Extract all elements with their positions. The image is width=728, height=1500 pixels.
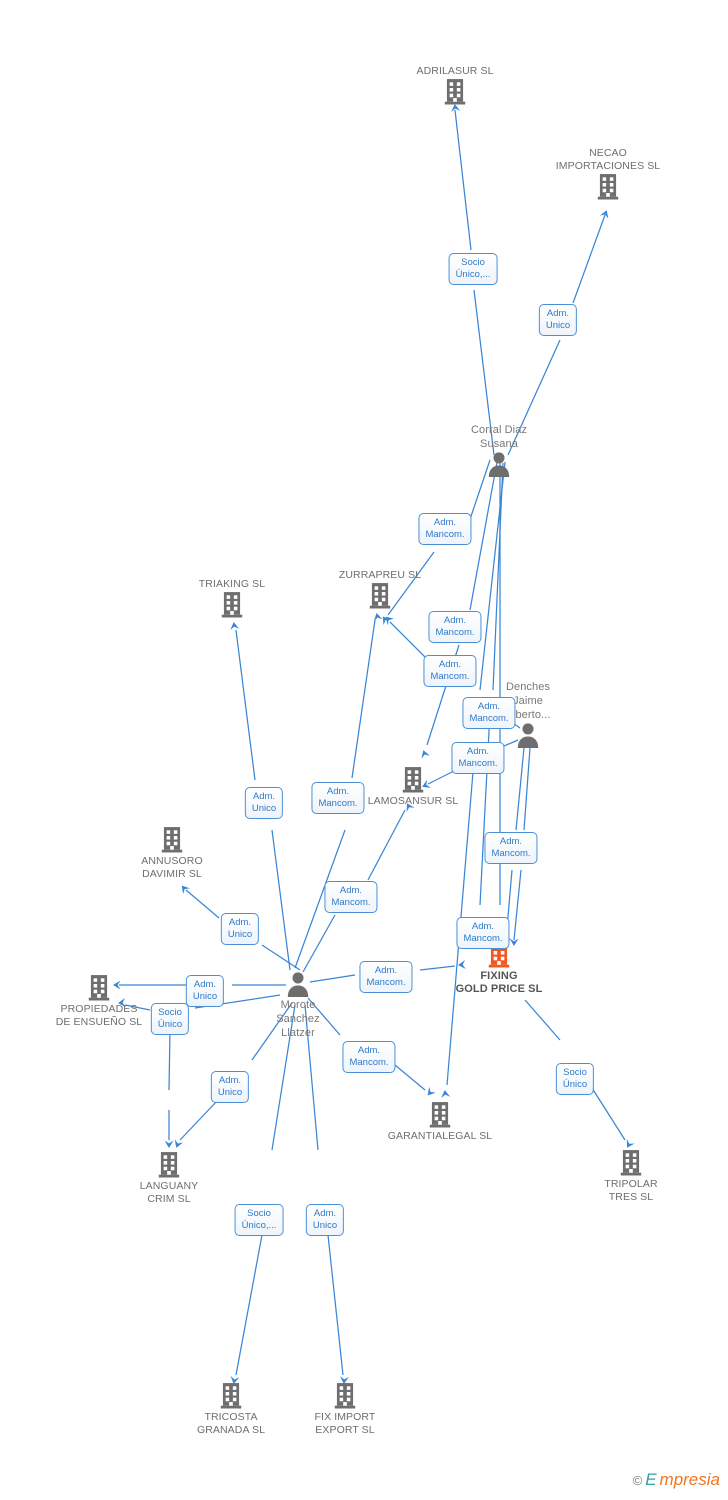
brand-initial: E	[645, 1470, 657, 1489]
company-building-icon	[99, 1151, 239, 1179]
relationship-label[interactable]: Adm. Mancom.	[428, 611, 482, 643]
relationship-label[interactable]: Socio Único,...	[448, 253, 498, 285]
node-label-fiximport: FIX IMPORT EXPORT SL	[314, 1411, 376, 1436]
node-adrilasur[interactable]: ADRILASUR SL	[385, 64, 525, 106]
relationship-label[interactable]: Adm. Unico	[244, 787, 284, 819]
node-garantialegal[interactable]: GARANTIALEGAL SL	[370, 1101, 510, 1143]
relationship-label[interactable]: Adm. Mancom.	[451, 742, 505, 774]
empresia-watermark: © Empresia	[633, 1470, 720, 1490]
relationship-label[interactable]: Adm. Mancom.	[359, 961, 413, 993]
arrowhead-corral-to-garantialegal	[441, 1090, 451, 1099]
node-corral[interactable]: Corral Diaz Susana	[429, 422, 569, 477]
brand-name: mpresia	[659, 1470, 720, 1489]
node-label-corral: Corral Diaz Susana	[470, 424, 528, 450]
edge-morote-to-tricosta	[235, 1004, 296, 1376]
relationship-label[interactable]: Socio Único,...	[234, 1204, 284, 1236]
node-fiximport[interactable]: FIX IMPORT EXPORT SL	[275, 1382, 415, 1437]
relationship-label[interactable]: Adm. Unico	[538, 304, 578, 336]
company-building-icon	[29, 974, 169, 1002]
node-propiedades[interactable]: PROPIEDADES DE ENSUEÑO SL	[29, 974, 169, 1029]
relationship-label[interactable]: Adm. Unico	[185, 975, 225, 1007]
node-label-morote: Morote Sanchez Llatzer	[276, 999, 320, 1039]
node-label-annusoro: ANNUSORO DAVIMIR SL	[141, 855, 203, 880]
node-label-triaking: TRIAKING SL	[198, 578, 266, 590]
relationship-label[interactable]: Adm. Mancom.	[418, 513, 472, 545]
relationship-label[interactable]: Adm. Mancom.	[484, 832, 538, 864]
relationship-label[interactable]: Adm. Unico	[220, 913, 260, 945]
diagram-canvas: ADRILASUR SL NECAO IMPORTACIONES SL Corral…	[0, 0, 728, 1500]
company-building-icon	[370, 1101, 510, 1129]
arrowhead-morote-to-triaking	[230, 622, 240, 631]
relationship-label[interactable]: Socio Único	[555, 1063, 595, 1095]
relationship-label[interactable]: Adm. Mancom.	[462, 697, 516, 729]
node-label-fixing: FIXING GOLD PRICE SL	[455, 970, 543, 995]
relationship-label[interactable]: Adm. Mancom.	[423, 655, 477, 687]
relationship-label[interactable]: Adm. Mancom.	[342, 1041, 396, 1073]
company-building-icon	[275, 1382, 415, 1410]
arrowhead-morote-to-garantialegal2	[427, 1086, 436, 1096]
relationship-edges	[113, 104, 635, 1384]
company-building-icon	[310, 582, 450, 610]
arrowhead-morote-to-zurrapreu	[373, 613, 383, 622]
node-morote[interactable]: Morote Sanchez Llatzer	[228, 971, 368, 1040]
node-label-necao: NECAO IMPORTACIONES SL	[555, 147, 661, 172]
company-building-icon	[385, 78, 525, 106]
node-fixing[interactable]: FIXING GOLD PRICE SL	[429, 941, 569, 996]
relationship-label[interactable]: Adm. Unico	[210, 1071, 250, 1103]
node-label-tripolar: TRIPOLAR TRES SL	[604, 1178, 658, 1203]
node-label-propiedades: PROPIEDADES DE ENSUEÑO SL	[55, 1003, 143, 1028]
relationship-label[interactable]: Socio Único	[150, 1003, 190, 1035]
arrowhead-corral-to-necao	[599, 210, 609, 219]
node-necao[interactable]: NECAO IMPORTACIONES SL	[538, 146, 678, 201]
company-building-icon	[561, 1149, 701, 1177]
node-zurrapreu[interactable]: ZURRAPREU SL	[310, 568, 450, 610]
company-building-icon	[162, 591, 302, 619]
node-triaking[interactable]: TRIAKING SL	[162, 577, 302, 619]
company-building-icon	[102, 826, 242, 854]
node-label-adrilasur: ADRILASUR SL	[416, 65, 494, 77]
arrowhead-morote-to-languany	[174, 1139, 184, 1148]
relationship-label[interactable]: Adm. Unico	[305, 1204, 345, 1236]
edge-morote-to-languany2	[168, 1029, 171, 1140]
node-label-languany: LANGUANY CRIM SL	[139, 1180, 199, 1205]
arrowhead-corral-to-lamosansur	[421, 750, 430, 759]
relationship-label[interactable]: Adm. Mancom.	[311, 782, 365, 814]
node-label-garantialegal: GARANTIALEGAL SL	[387, 1130, 493, 1142]
copyright-icon: ©	[632, 1472, 643, 1488]
node-tripolar[interactable]: TRIPOLAR TRES SL	[561, 1149, 701, 1204]
edge-morote-to-fiximport	[304, 1004, 344, 1376]
company-building-icon	[538, 173, 678, 201]
node-annusoro[interactable]: ANNUSORO DAVIMIR SL	[102, 826, 242, 881]
node-label-zurrapreu: ZURRAPREU SL	[338, 569, 422, 581]
relationship-label[interactable]: Adm. Mancom.	[456, 917, 510, 949]
node-languany[interactable]: LANGUANY CRIM SL	[99, 1151, 239, 1206]
arrowhead-morote-to-languany2	[164, 1140, 174, 1148]
person-icon	[228, 971, 368, 997]
relationship-label[interactable]: Adm. Mancom.	[324, 881, 378, 913]
person-icon	[429, 451, 569, 477]
